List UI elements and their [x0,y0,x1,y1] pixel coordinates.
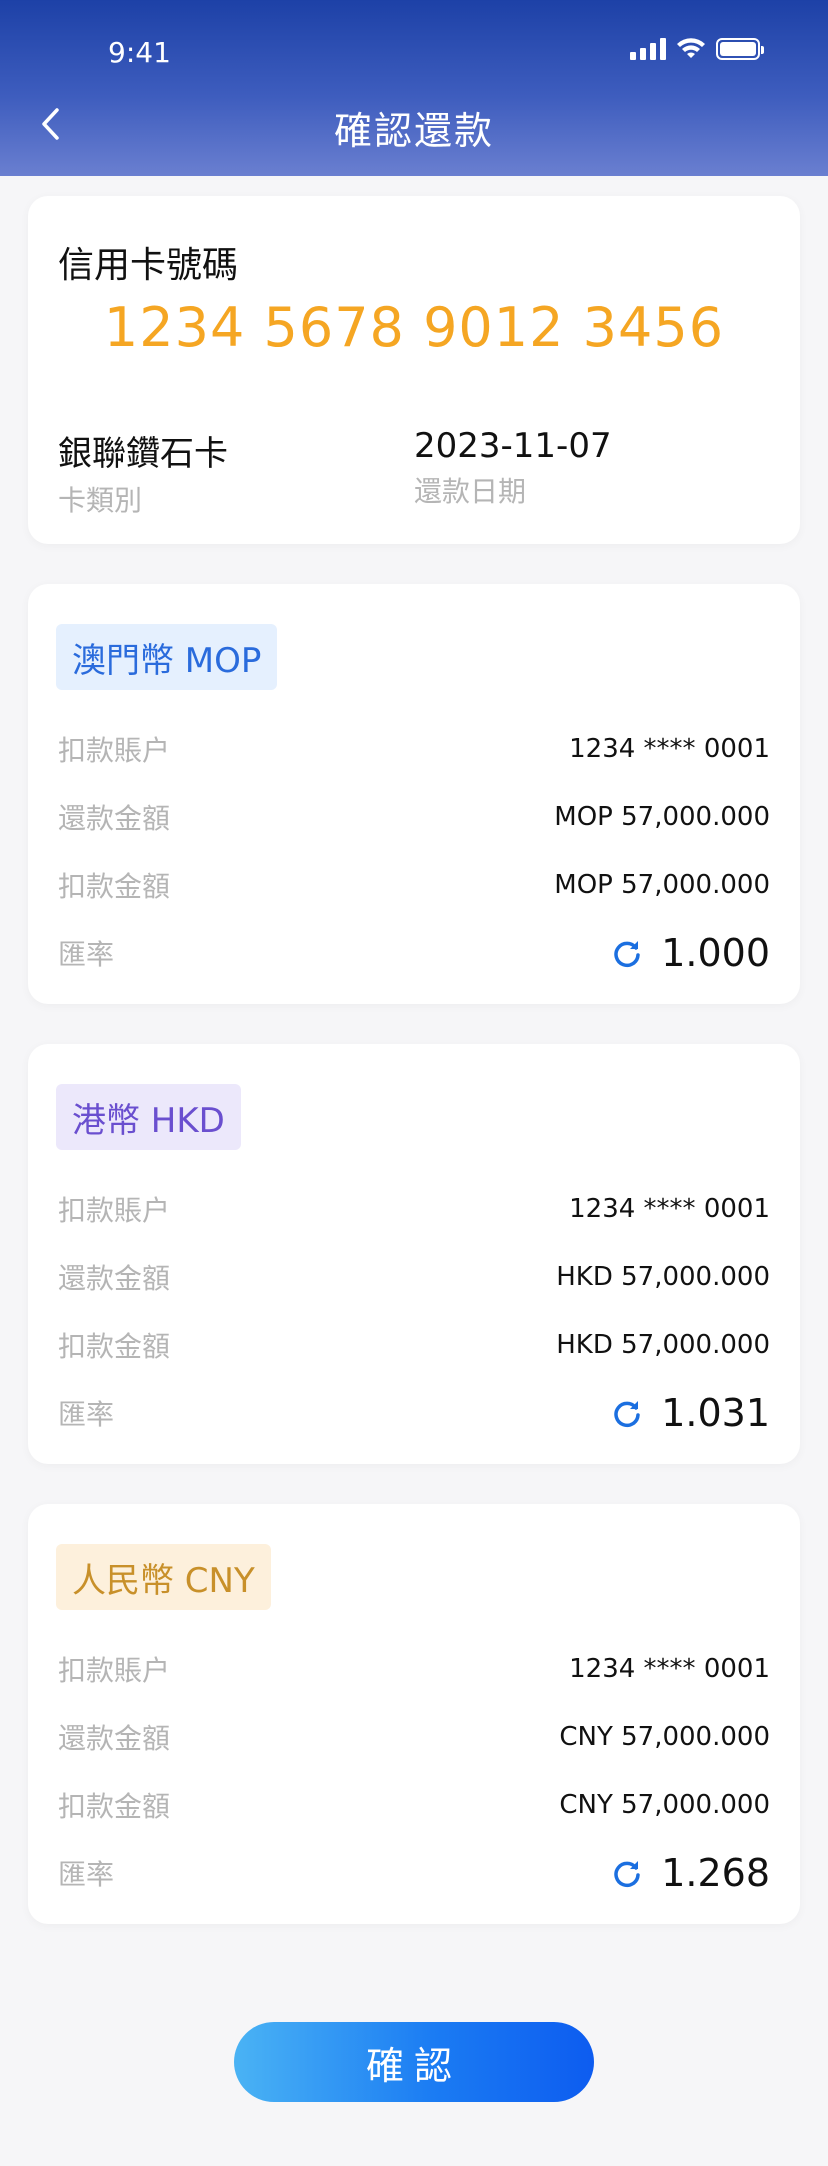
debit-amount-row: 扣款金額 HKD 57,000.000 [58,1320,770,1370]
card-number: 1234 5678 9012 3456 [103,296,725,359]
wifi-icon [677,38,705,58]
debit-account-value: 1234 **** 0001 [569,1194,770,1224]
currency-tag: 澳門幣 MOP [56,624,278,690]
refresh-icon[interactable] [611,1857,643,1889]
repay-amount-label: 還款金額 [58,802,171,835]
debit-amount-label: 扣款金額 [58,1330,171,1363]
debit-account-label: 扣款賬户 [58,1654,171,1687]
refresh-icon[interactable] [611,1397,643,1429]
rate-label: 匯率 [58,1858,115,1891]
refresh-icon[interactable] [611,937,643,969]
confirm-button[interactable]: 確認 [234,2022,594,2102]
card-number-label: 信用卡號碼 [58,245,239,286]
debit-account-row: 扣款賬户 1234 **** 0001 [58,724,770,774]
repay-amount-label: 還款金額 [58,1722,171,1755]
debit-account-label: 扣款賬户 [58,734,171,767]
card-type: 銀聯鑽石卡 卡類別 [58,426,228,519]
rate-row: 匯率 1.031 [58,1388,770,1438]
repay-amount-row: 還款金額 MOP 57,000.000 [58,792,770,842]
repay-amount-row: 還款金額 HKD 57,000.000 [58,1252,770,1302]
currency-card-cny: 人民幣 CNY 扣款賬户 1234 **** 0001 還款金額 CNY 57,… [28,1504,800,1924]
debit-amount-label: 扣款金額 [58,870,171,903]
debit-account-value: 1234 **** 0001 [569,1654,770,1684]
status-time: 9:41 [108,36,171,69]
page-title: 確認還款 [333,109,494,153]
rate-value: 1.031 [661,1391,770,1435]
repay-amount-value: CNY 57,000.000 [559,1722,770,1752]
rate-row: 匯率 1.268 [58,1848,770,1898]
header: 9:41 確認還款 [0,0,828,176]
debit-account-value: 1234 **** 0001 [569,734,770,764]
debit-account-row: 扣款賬户 1234 **** 0001 [58,1644,770,1694]
rate-label: 匯率 [58,1398,115,1431]
currency-card-hkd: 港幣 HKD 扣款賬户 1234 **** 0001 還款金額 HKD 57,0… [28,1044,800,1464]
repay-amount-row: 還款金額 CNY 57,000.000 [58,1712,770,1762]
debit-amount-value: HKD 57,000.000 [556,1330,770,1360]
currency-card-mop: 澳門幣 MOP 扣款賬户 1234 **** 0001 還款金額 MOP 57,… [28,584,800,1004]
rate-row: 匯率 1.000 [58,928,770,978]
signal-icon [630,38,666,60]
currency-tag: 港幣 HKD [56,1084,241,1150]
repay-date-value: 2023-11-07 [414,426,612,466]
rate-value: 1.268 [661,1851,770,1895]
repay-amount-label: 還款金額 [58,1262,171,1295]
debit-amount-value: CNY 57,000.000 [559,1790,770,1820]
currency-tag: 人民幣 CNY [56,1544,271,1610]
repay-date-label: 還款日期 [414,475,527,508]
debit-amount-row: 扣款金額 CNY 57,000.000 [58,1780,770,1830]
status-icons [630,38,764,60]
card-type-value: 銀聯鑽石卡 [58,434,228,474]
card-info-panel: 信用卡號碼 1234 5678 9012 3456 銀聯鑽石卡 卡類別 2023… [28,196,800,544]
repay-amount-value: HKD 57,000.000 [556,1262,770,1292]
battery-icon [716,38,764,60]
rate-label: 匯率 [58,938,115,971]
card-type-label: 卡類別 [58,484,143,517]
repay-amount-value: MOP 57,000.000 [554,802,770,832]
debit-amount-label: 扣款金額 [58,1790,171,1823]
debit-amount-row: 扣款金額 MOP 57,000.000 [58,860,770,910]
repay-date: 2023-11-07 還款日期 [414,426,612,510]
debit-account-label: 扣款賬户 [58,1194,171,1227]
debit-account-row: 扣款賬户 1234 **** 0001 [58,1184,770,1234]
debit-amount-value: MOP 57,000.000 [554,870,770,900]
rate-value: 1.000 [661,931,770,975]
